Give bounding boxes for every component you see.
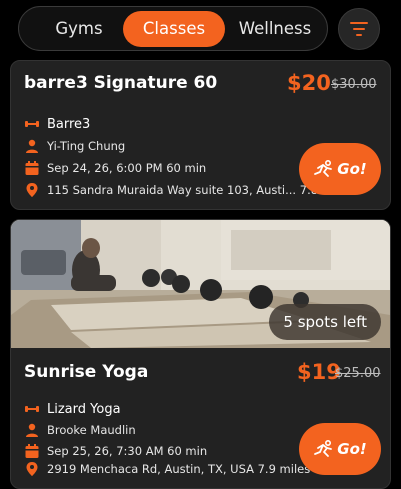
class-title: barre3 Signature 60 (24, 73, 218, 93)
schedule-text: Sep 24, 26, 6:00 PM 60 min (47, 161, 207, 175)
person-icon (26, 139, 38, 153)
location-pin-icon (26, 183, 38, 197)
runner-icon (314, 440, 333, 457)
studio-name: Lizard Yoga (47, 401, 121, 417)
class-title: Sunrise Yoga (24, 362, 149, 382)
instructor-row: Brooke Maudlin (24, 421, 136, 439)
spots-left-badge: 5 spots left (269, 304, 381, 340)
instructor-row: Yi-Ting Chung (24, 137, 125, 155)
class-card[interactable]: barre3 Signature 60 $20 $30.00 Barre3 Yi… (10, 60, 391, 210)
class-price: $20 (287, 71, 331, 95)
calendar-icon (25, 444, 39, 458)
filter-icon (350, 22, 368, 36)
original-price: $30.00 (331, 77, 377, 92)
tab-wellness[interactable]: Wellness (225, 11, 325, 47)
studio-row: Barre3 (24, 115, 90, 133)
instructor-name: Brooke Maudlin (47, 423, 136, 437)
dumbbell-icon (25, 121, 39, 127)
schedule-row: Sep 24, 26, 6:00 PM 60 min (24, 159, 206, 177)
go-label: Go! (337, 160, 367, 178)
go-label: Go! (337, 440, 367, 458)
tab-gyms[interactable]: Gyms (29, 11, 129, 47)
location-text: 2919 Menchaca Rd, Austin, TX, USA 7.9 mi… (47, 462, 311, 476)
runner-icon (314, 160, 333, 177)
calendar-icon (25, 161, 39, 175)
class-photo: 5 spots left (11, 220, 390, 348)
location-pin-icon (26, 462, 38, 476)
studio-name: Barre3 (47, 116, 91, 132)
dumbbell-icon (25, 406, 39, 412)
category-tabs: Gyms Classes Wellness (18, 6, 328, 51)
schedule-text: Sep 25, 26, 7:30 AM 60 min (47, 444, 208, 458)
go-button[interactable]: Go! (299, 143, 381, 195)
studio-row: Lizard Yoga (24, 400, 121, 418)
go-button[interactable]: Go! (299, 423, 381, 475)
schedule-row: Sep 25, 26, 7:30 AM 60 min (24, 442, 207, 460)
instructor-name: Yi-Ting Chung (47, 139, 126, 153)
filter-button[interactable] (338, 8, 380, 50)
person-icon (26, 423, 38, 437)
tab-classes[interactable]: Classes (123, 11, 225, 47)
class-card[interactable]: 5 spots left Sunrise Yoga $19 $25.00 Liz… (10, 219, 391, 489)
location-row: 2919 Menchaca Rd, Austin, TX, USA 7.9 mi… (24, 460, 310, 478)
original-price: $25.00 (335, 366, 381, 381)
